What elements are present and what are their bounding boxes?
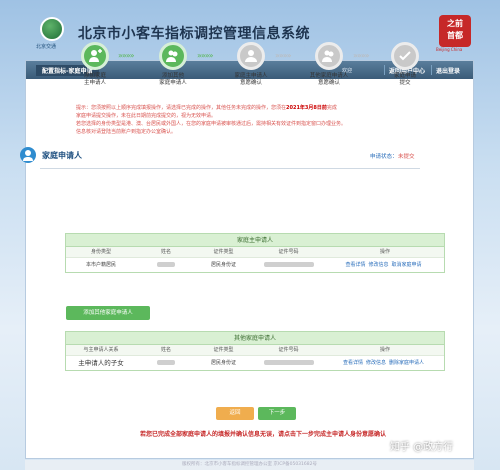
back-button[interactable]: 返回 — [216, 407, 254, 420]
col-header-actions: 操作 — [379, 249, 390, 255]
other-applicants-table: 其他家庭申请人 与主申请人关系 姓名 证件类型 证件号码 操作 主申请人的子女 … — [65, 331, 445, 371]
cell-identity: 本市户籍居民 — [85, 262, 116, 268]
step-2: 添加其他 家庭申请人 — [138, 42, 208, 87]
section-divider — [40, 168, 420, 169]
col-header-id-type: 证件类型 — [213, 249, 234, 255]
step-4: 其他家庭申请人 意愿确认 — [294, 42, 364, 87]
cell-relation: 主申请人的子女 — [78, 359, 124, 367]
step-3-line1: 家庭主申请人 — [234, 73, 268, 79]
status-label: 申请状态： — [370, 154, 398, 160]
main-applicant-table: 家庭主申请人 身份类型 姓名 证件类型 证件号码 操作 本市户籍居民 居民身份证… — [65, 233, 445, 273]
step-5-line2: 提交 — [399, 80, 411, 86]
next-step-button[interactable]: 下一步 — [258, 407, 296, 420]
table-caption: 其他家庭申请人 — [66, 332, 444, 345]
cancel-family-application-link[interactable]: 取消家庭申请 — [392, 262, 422, 268]
status-badge: 未提交 — [398, 154, 415, 160]
check-icon — [391, 42, 419, 70]
add-family-applicant-button[interactable]: 添加其他家庭申请人 — [66, 306, 150, 320]
notice-deadline: 2021年3月8日前 — [286, 105, 327, 111]
arrow-4: »»»» — [353, 51, 370, 60]
watermark: 知乎 @政方行 — [390, 442, 454, 453]
step-3: 家庭主申请人 意愿确认 — [216, 42, 286, 87]
section-header: 家庭申请人 申请状态： 未提交 — [18, 147, 428, 165]
edit-info-link[interactable]: 修改信息 — [368, 262, 388, 268]
logo-icon — [40, 17, 64, 41]
cell-id-number-redacted — [251, 258, 326, 272]
table-row: 本市户籍居民 居民身份证 查看详情 修改信息 取消家庭申请 — [66, 258, 444, 272]
logo-caption: 北京交通 — [36, 44, 57, 50]
cell-id-number-redacted — [251, 356, 326, 370]
bottom-instruction: 若您已完成全部家庭申请人的填报并确认信息无误，请点击下一步完成主申请人身份意愿确… — [139, 431, 386, 438]
step-2-line1: 添加其他 — [161, 73, 184, 79]
delete-family-applicant-link[interactable]: 删除家庭申请人 — [389, 360, 424, 366]
step-5: 家庭申请 提交 — [370, 42, 440, 87]
col-header-name: 姓名 — [160, 249, 171, 255]
col-header-id-type: 证件类型 — [213, 347, 234, 353]
cell-id-type: 居民身份证 — [210, 262, 236, 268]
add-user-icon — [81, 42, 109, 70]
notice-line1-b: 完成 — [326, 105, 337, 111]
step-1: 添加家庭 主申请人 — [60, 42, 130, 87]
table-caption: 家庭主申请人 — [66, 234, 444, 247]
table-header-row: 身份类型 姓名 证件类型 证件号码 操作 — [66, 247, 444, 258]
col-header-identity: 身份类型 — [90, 249, 111, 255]
step-4-line2: 意愿确认 — [317, 80, 340, 86]
table-row: 主申请人的子女 居民身份证 查看详情 修改信息 删除家庭申请人 — [66, 356, 444, 370]
notice-line4: 信息核对请登陆当前账户到指定办公室确认。 — [76, 129, 177, 135]
notice-text: 提示：您须按照以上顺序完成填报操作，请选择已完成的操作，其他任务未完成的操作，您… — [76, 104, 426, 136]
notice-line1-a: 提示：您须按照以上顺序完成填报操作，请选择已完成的操作，其他任务未完成的操作，您… — [76, 105, 287, 111]
view-details-link[interactable]: 查看详情 — [343, 360, 363, 366]
cell-actions: 查看详情 修改信息 取消家庭申请 — [326, 258, 444, 272]
col-header-relation: 与主申请人关系 — [83, 347, 119, 353]
cell-actions: 查看详情 修改信息 删除家庭申请人 — [326, 356, 444, 370]
cell-id-type: 居民身份证 — [210, 360, 236, 366]
step-4-line1: 其他家庭申请人 — [309, 73, 349, 79]
col-header-id-number: 证件号码 — [278, 347, 299, 353]
col-header-id-number: 证件号码 — [278, 249, 299, 255]
step-3-line2: 意愿确认 — [239, 80, 262, 86]
add-users-icon — [159, 42, 187, 70]
user-check-icon — [237, 42, 265, 70]
section-title: 家庭申请人 — [42, 151, 82, 160]
cell-name-redacted — [136, 258, 196, 272]
col-header-name: 姓名 — [160, 347, 171, 353]
arrow-3: »»»» — [275, 51, 292, 60]
seal-logo: 之前 首都 — [439, 15, 471, 47]
edit-info-link[interactable]: 修改信息 — [366, 360, 386, 366]
table-header-row: 与主申请人关系 姓名 证件类型 证件号码 操作 — [66, 345, 444, 356]
view-details-link[interactable]: 查看详情 — [345, 262, 365, 268]
app-title: 北京市小客车指标调控管理信息系统 — [78, 26, 310, 42]
cell-name-redacted — [136, 356, 196, 370]
arrow-1: »»»» — [118, 51, 135, 60]
col-header-actions: 操作 — [379, 347, 390, 353]
user-avatar-icon — [20, 147, 36, 163]
progress-steps: 添加家庭 主申请人 »»»» 添加其他 家庭申请人 »»»» 家庭主申请人 意愿确认 … — [60, 42, 420, 102]
footer: 版权所有：北京市小客车指标调控管理办公室 京ICP备05031682号 — [25, 460, 474, 470]
arrow-2: »»»» — [197, 51, 214, 60]
notice-line3: 若您选择的身份类型是港、澳、台居民或外国人，在您的家庭申请被审核通过后，需持相关… — [76, 121, 347, 127]
step-1-line1: 添加家庭 — [83, 73, 106, 79]
step-5-line1: 家庭申请 — [393, 73, 416, 79]
notice-line2: 家庭申请提交操作，未在此日期前完成提交的，视为无效申请。 — [76, 113, 217, 119]
users-check-icon — [315, 42, 343, 70]
step-1-line2: 主申请人 — [83, 80, 106, 86]
step-2-line2: 家庭申请人 — [159, 80, 187, 86]
